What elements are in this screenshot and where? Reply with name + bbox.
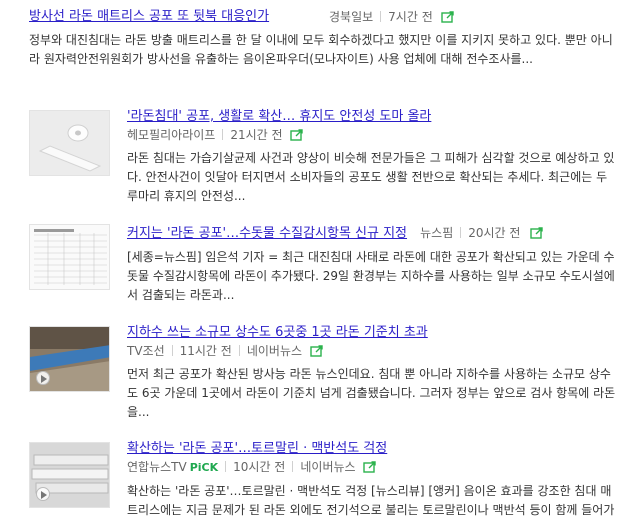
news-source: 경북일보: [329, 10, 374, 24]
news-platform-link[interactable]: 네이버뉴스: [300, 460, 355, 474]
news-title-link[interactable]: '라돈침대' 공포, 생활로 확산… 휴지도 안전성 도마 올라: [127, 108, 622, 126]
news-meta: 경북일보 7시간 전: [329, 8, 455, 26]
divider: [222, 129, 224, 140]
divider: [171, 345, 173, 356]
news-results: 방사선 라돈 매트리스 공포 또 뒷북 대응인가 경북일보 7시간 전 정부와 대…: [0, 0, 637, 527]
news-meta: TV조선 11시간 전 네이버뉴스: [127, 342, 622, 360]
news-title-link[interactable]: 방사선 라돈 매트리스 공포 또 뒷북 대응인가: [29, 8, 619, 26]
news-platform-link[interactable]: 네이버뉴스: [247, 344, 302, 358]
news-source: 연합뉴스TV: [127, 460, 187, 474]
news-content: 확산하는 '라돈 공포'…토르말린 · 맥반석도 걱정 연합뉴스TV PiCK 10…: [127, 440, 622, 520]
news-source: 뉴스핌: [420, 226, 454, 240]
news-time: 21시간 전: [230, 128, 283, 142]
news-time: 7시간 전: [388, 10, 433, 24]
news-source: TV조선: [127, 344, 165, 358]
news-content: 지하수 쓰는 소규모 상수도 6곳중 1곳 라돈 기준치 초과 TV조선 11시간…: [127, 324, 622, 422]
news-desc: [세종=뉴스핌] 임은석 기자 = 최근 대진침대 사태로 라돈에 대한 공포가…: [127, 250, 615, 302]
tissue-roll-image: [30, 111, 109, 175]
news-desc: 정부와 대진침대는 라돈 방출 매트리스를 한 달 이내에 모두 회수하겠다고 …: [29, 33, 613, 66]
pick-badge: PiCK: [189, 461, 219, 474]
news-title-link[interactable]: 커지는 '라돈 공포'…수돗물 수질감시항목 신규 지정: [127, 226, 407, 241]
divider: [238, 345, 240, 356]
news-thumbnail[interactable]: [29, 224, 110, 290]
play-icon[interactable]: [36, 487, 50, 501]
external-link-icon[interactable]: [310, 345, 324, 357]
external-link-icon[interactable]: [440, 11, 455, 23]
news-meta: 연합뉴스TV PiCK 10시간 전 네이버뉴스: [127, 458, 622, 477]
play-icon[interactable]: [36, 371, 50, 385]
news-title-link[interactable]: 확산하는 '라돈 공포'…토르말린 · 맥반석도 걱정: [127, 440, 622, 458]
news-desc: 라돈 침대는 가습기살균제 사건과 양상이 비슷해 전문가들은 그 피해가 심각…: [127, 151, 615, 203]
news-content: 커지는 '라돈 공포'…수돗물 수질감시항목 신규 지정 뉴스핌 20시간 전 […: [127, 222, 622, 305]
news-content: '라돈침대' 공포, 생활로 확산… 휴지도 안전성 도마 올라 헤모필리아라이…: [127, 108, 622, 206]
divider: [225, 461, 227, 472]
news-desc: 확산하는 '라돈 공포'…토르말린 · 맥반석도 걱정 [뉴스리뷰] [앵커] …: [127, 484, 615, 517]
external-link-icon[interactable]: [529, 227, 544, 239]
divider: [292, 461, 294, 472]
table-document-image: [30, 225, 109, 289]
news-meta: 뉴스핌 20시간 전: [420, 226, 520, 240]
external-link-icon[interactable]: [290, 129, 304, 141]
divider: [380, 11, 382, 22]
news-thumbnail[interactable]: [29, 442, 110, 508]
news-thumbnail[interactable]: [29, 110, 110, 176]
news-time: 11시간 전: [179, 344, 232, 358]
divider: [460, 227, 462, 238]
news-header-row: 커지는 '라돈 공포'…수돗물 수질감시항목 신규 지정 뉴스핌 20시간 전: [127, 222, 622, 243]
news-time: 20시간 전: [468, 226, 521, 240]
news-title-link[interactable]: 지하수 쓰는 소규모 상수도 6곳중 1곳 라돈 기준치 초과: [127, 324, 622, 342]
external-link-icon[interactable]: [363, 461, 377, 473]
news-source: 헤모필리아라이프: [127, 128, 216, 142]
news-meta: 헤모필리아라이프 21시간 전: [127, 126, 622, 144]
news-time: 10시간 전: [233, 460, 286, 474]
news-desc: 먼저 최근 공포가 확산된 방사능 라돈 뉴스인데요. 침대 뿐 아니라 지하수…: [127, 367, 616, 419]
news-content: 방사선 라돈 매트리스 공포 또 뒷북 대응인가 경북일보 7시간 전 정부와 대…: [29, 8, 619, 69]
news-thumbnail[interactable]: [29, 326, 110, 392]
